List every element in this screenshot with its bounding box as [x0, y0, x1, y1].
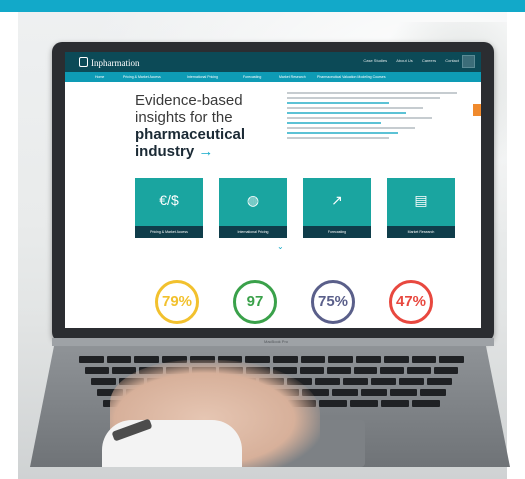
arrow-right-icon[interactable]: → — [198, 143, 213, 160]
link-line[interactable] — [287, 112, 406, 114]
laptop-hinge: MacBook Pro — [52, 338, 494, 346]
site-logo[interactable]: Inpharmation — [79, 57, 140, 68]
globe-icon: ◍ — [246, 192, 260, 208]
link-line[interactable] — [287, 132, 398, 134]
keyboard-key — [381, 400, 410, 407]
keyboard-key — [106, 356, 132, 363]
tile-pricing[interactable]: €/$ Pricing & Market Access — [135, 178, 203, 238]
search-button[interactable] — [462, 55, 475, 68]
keyboard-key — [331, 389, 358, 396]
stat-circle: 47% — [389, 280, 433, 324]
util-link[interactable]: Careers — [422, 58, 436, 63]
website-display: Inpharmation Case Studies About Us Caree… — [65, 52, 481, 328]
currency-icon: €/$ — [159, 192, 179, 208]
stat-circle: 97 — [233, 280, 277, 324]
link-line[interactable] — [287, 122, 381, 124]
keyboard-key — [434, 367, 458, 374]
nav-item[interactable]: Forecasting — [243, 75, 261, 79]
text-line — [287, 97, 440, 99]
tile-international[interactable]: ◍ International Pricing — [219, 178, 287, 238]
keyboard-key — [427, 378, 452, 385]
laptop-screen-bezel: Inpharmation Case Studies About Us Caree… — [52, 42, 494, 342]
nav-item[interactable]: Market Research — [279, 75, 306, 79]
tile-label: Market Research — [387, 226, 455, 238]
text-line — [287, 107, 423, 109]
hero-heading: Evidence-based insights for the pharmace… — [135, 92, 265, 160]
utility-links: Case Studies About Us Careers Contact — [355, 58, 459, 63]
feedback-tab[interactable] — [473, 104, 481, 116]
photo-frame: Inpharmation Case Studies About Us Caree… — [0, 0, 525, 479]
keyboard-key — [419, 389, 446, 396]
logo-text: Inpharmation — [91, 58, 140, 68]
stat-circle: 79% — [155, 280, 199, 324]
keyboard-key — [399, 378, 424, 385]
keyboard-key — [79, 356, 104, 363]
keyboard-key — [380, 367, 405, 374]
keyboard-key — [353, 367, 378, 374]
keyboard-key — [328, 356, 354, 363]
hero-paragraph-lines — [287, 92, 457, 142]
tile-forecasting[interactable]: ↗ Forecasting — [303, 178, 371, 238]
site-nav: Home Pricing & Market Access Internation… — [65, 72, 481, 82]
keyboard-key — [439, 356, 464, 363]
text-line — [287, 137, 389, 139]
keyboard-key — [299, 367, 324, 374]
keyboard-key — [315, 378, 340, 385]
tile-label: International Pricing — [219, 226, 287, 238]
text-line — [287, 127, 415, 129]
keyboard-key — [300, 356, 326, 363]
keyboard-key — [412, 400, 440, 407]
nav-item[interactable]: International Pricing — [187, 75, 218, 79]
text-line — [287, 92, 457, 94]
clipboard-icon: ▤ — [414, 192, 428, 208]
keyboard-key — [134, 356, 160, 363]
keyboard-key — [91, 378, 116, 385]
logo-icon — [79, 57, 88, 67]
hero-line: Evidence-based — [135, 92, 243, 109]
nav-item[interactable]: Home — [95, 75, 104, 79]
tile-label: Pricing & Market Access — [135, 226, 203, 238]
tile-research[interactable]: ▤ Market Research — [387, 178, 455, 238]
util-link[interactable]: Contact — [445, 58, 459, 63]
keyboard-key — [326, 367, 351, 374]
hero-line-bold: pharmaceutical — [135, 126, 246, 143]
tile-label: Forecasting — [303, 226, 371, 238]
hero-line: insights for the — [135, 109, 233, 126]
keyboard-key — [411, 356, 437, 363]
trend-up-icon: ↗ — [331, 192, 343, 208]
keyboard-key — [319, 400, 348, 407]
top-color-band — [0, 0, 525, 12]
keyboard-key — [383, 356, 409, 363]
nav-item[interactable]: Pharmaceutical Valuation Modeling Course… — [317, 75, 386, 79]
keyboard-key — [343, 378, 368, 385]
laptop-model-label: MacBook Pro — [264, 339, 289, 344]
keyboard-key — [371, 378, 396, 385]
keyboard-key — [361, 389, 388, 396]
util-link[interactable]: About Us — [396, 58, 412, 63]
hero-line-bold: industry → — [135, 143, 265, 160]
stat-circle: 75% — [311, 280, 355, 324]
site-header: Inpharmation Case Studies About Us Caree… — [65, 52, 481, 72]
keyboard-key — [356, 356, 381, 363]
keyboard-key — [273, 356, 298, 363]
util-link[interactable]: Case Studies — [363, 58, 387, 63]
link-line[interactable] — [287, 102, 389, 104]
keyboard-key — [85, 367, 109, 374]
keyboard-key — [350, 400, 379, 407]
nav-item[interactable]: Pricing & Market Access — [123, 75, 161, 79]
text-line — [287, 117, 432, 119]
service-tiles: €/$ Pricing & Market Access ◍ Internatio… — [135, 178, 455, 238]
hero-line-bold-text: industry — [135, 143, 195, 160]
keyboard-key — [390, 389, 417, 396]
keyboard-key — [407, 367, 432, 374]
chevron-down-icon[interactable]: ⌄ — [277, 242, 284, 251]
